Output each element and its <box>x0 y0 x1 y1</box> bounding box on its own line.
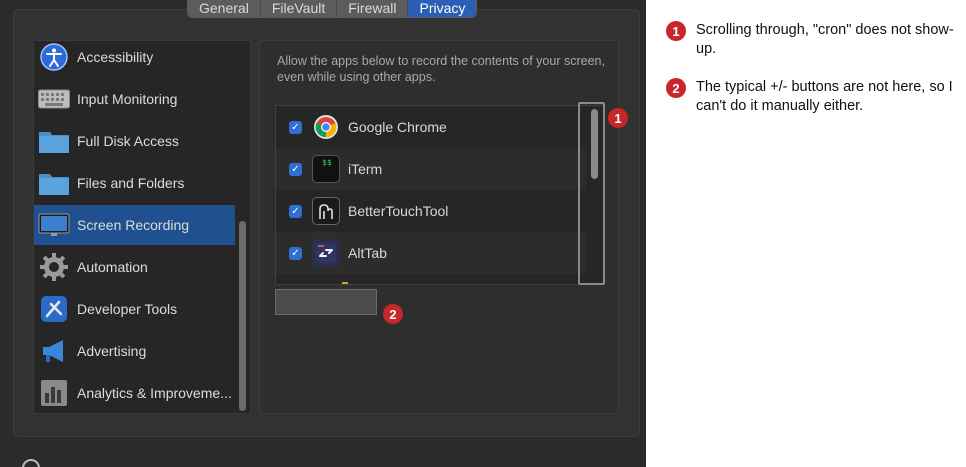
sidebar-item-label: Full Disk Access <box>77 133 179 149</box>
checkbox[interactable]: ✓ <box>289 162 302 176</box>
tab-firewall[interactable]: Firewall <box>337 0 409 17</box>
gear-icon <box>38 251 70 283</box>
bettertouchtool-icon <box>312 197 340 225</box>
note-text-2: The typical +/- buttons are not here, so… <box>696 79 953 114</box>
accessibility-icon <box>38 41 70 73</box>
app-name: Google Chrome <box>348 119 447 135</box>
list-item[interactable]: ✓ BetterTouchTool <box>276 190 586 232</box>
list-item[interactable]: ✓ Google Chrome <box>276 106 586 148</box>
sidebar-scrollbar[interactable] <box>239 221 246 411</box>
sidebar-item-label: Accessibility <box>77 49 154 65</box>
tab-privacy[interactable]: Privacy <box>408 0 477 17</box>
sidebar-item-automation[interactable]: Automation <box>34 247 235 287</box>
sidebar-item-label: Files and Folders <box>77 175 185 191</box>
lock-icon[interactable] <box>22 459 40 467</box>
tab-filevault[interactable]: FileVault <box>261 0 338 17</box>
preferences-window: General FileVault Firewall Privacy Acces… <box>0 0 646 467</box>
sidebar-item-label: Advertising <box>77 343 147 359</box>
checkbox[interactable]: ✓ <box>289 120 302 134</box>
checkbox[interactable]: ✓ <box>289 204 302 218</box>
chrome-icon <box>312 113 340 141</box>
megaphone-icon <box>38 335 70 367</box>
sidebar-item-screen-recording[interactable]: Screen Recording <box>34 205 235 245</box>
alttab-icon <box>312 239 340 267</box>
sidebar-item-label: Automation <box>77 259 148 275</box>
sidebar-item-label: Analytics & Improveme... <box>77 385 232 401</box>
sidebar-item-developer-tools[interactable]: Developer Tools <box>34 289 235 329</box>
sidebar-item-label: Screen Recording <box>77 217 190 233</box>
list-item[interactable]: ✓ $$ iTerm <box>276 148 586 190</box>
app-name: AltTab <box>348 245 387 261</box>
display-icon <box>38 209 70 241</box>
terminal-icon: $$ <box>312 155 340 183</box>
app-name: iTerm <box>348 161 383 177</box>
app-list: ✓ Google Chrome ✓ $$ iTerm ✓ BetterTouch… <box>275 105 605 285</box>
sidebar-item-label: Developer Tools <box>77 301 178 317</box>
sidebar-item-accessibility[interactable]: Accessibility <box>34 41 235 77</box>
sidebar-item-advertising[interactable]: Advertising <box>34 331 235 371</box>
sidebar-item-files-and-folders[interactable]: Files and Folders <box>34 163 235 203</box>
sidebar-item-analytics[interactable]: Analytics & Improveme... <box>34 373 235 413</box>
sidebar-item-input-monitoring[interactable]: Input Monitoring <box>34 79 235 119</box>
annotation-marker-1: 1 <box>608 108 628 128</box>
empty-button-area <box>275 289 377 315</box>
developer-tools-icon <box>38 293 70 325</box>
sidebar-item-full-disk-access[interactable]: Full Disk Access <box>34 121 235 161</box>
checkbox[interactable]: ✓ <box>289 246 302 260</box>
privacy-category-list: Accessibility Input Monitoring Full Disk… <box>33 40 251 414</box>
note-marker-2: 2 <box>666 78 686 98</box>
list-item[interactable]: ✓ AltTab <box>276 232 586 274</box>
keyboard-icon <box>38 83 70 115</box>
sidebar-item-label: Input Monitoring <box>77 91 178 107</box>
tab-bar: General FileVault Firewall Privacy <box>187 0 478 18</box>
app-name: BetterTouchTool <box>348 203 449 219</box>
list-scrollbar[interactable] <box>591 109 598 179</box>
tab-general[interactable]: General <box>188 0 261 17</box>
partial-app-icon <box>342 282 348 284</box>
note-text-1: Scrolling through, "cron" does not show-… <box>696 22 954 57</box>
annotation-marker-2: 2 <box>383 304 403 324</box>
note-marker-1: 1 <box>666 21 686 41</box>
bar-chart-icon <box>38 377 70 409</box>
pane-description: Allow the apps below to record the conte… <box>277 54 605 84</box>
folder-icon <box>38 167 70 199</box>
folder-icon <box>38 125 70 157</box>
